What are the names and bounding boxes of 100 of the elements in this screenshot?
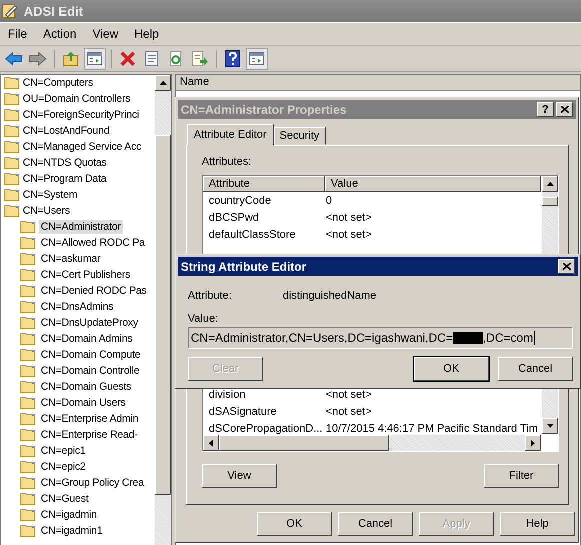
tree-item[interactable]: CN=Domain Guests	[39, 380, 134, 394]
vertical-scrollbar[interactable]	[155, 75, 171, 545]
attribute-value: <not set>	[326, 406, 372, 418]
attribute-value: <not set>	[326, 388, 372, 400]
tree-item[interactable]: CN=Enterprise Read-	[39, 428, 140, 442]
dialog-button[interactable]: OK	[257, 512, 332, 536]
value-label: Value:	[188, 313, 220, 325]
tree-item[interactable]: CN=Domain Controlle	[39, 364, 142, 378]
folder-icon	[20, 284, 36, 298]
attribute-value: <not set>	[326, 228, 372, 240]
tree-item[interactable]: CN=LostAndFound	[1, 123, 155, 139]
tree-item[interactable]: OU=Domain Controllers	[1, 91, 155, 107]
menu-item[interactable]: View	[84, 27, 126, 41]
tree-item[interactable]: CN=Enterprise Admin	[39, 412, 140, 426]
document-icon	[144, 50, 160, 66]
value-field[interactable]: CN=Administrator,CN=Users,DC=igashwani,DC= ,DC=com	[188, 327, 573, 349]
tree-item[interactable]: CN=epic1	[39, 444, 88, 458]
folder-icon	[4, 108, 20, 122]
folder-icon	[20, 524, 36, 538]
close-icon	[560, 106, 568, 113]
tree-item[interactable]: CN=igadmin1	[39, 524, 105, 538]
folder-icon	[20, 332, 36, 346]
tree-item[interactable]: CN=Cert Publishers	[39, 268, 132, 282]
folder-icon	[20, 300, 36, 314]
tab[interactable]: Attribute Editor	[187, 124, 274, 146]
tree-item[interactable]: CN=askumar	[39, 252, 103, 266]
tree-item[interactable]: CN=Domain Admins	[39, 332, 135, 346]
column-header[interactable]: Name	[176, 75, 580, 91]
tree-item[interactable]: CN=Managed Service Acc	[1, 139, 155, 155]
folder-icon	[20, 492, 36, 506]
folder-icon	[4, 188, 20, 202]
redaction-block	[453, 332, 484, 344]
dialog-button[interactable]: OK	[414, 357, 489, 381]
tree-item[interactable]: CN=NTDS Quotas	[1, 155, 155, 171]
tree-item[interactable]: CN=igadmin	[39, 508, 100, 522]
delete-icon	[120, 50, 136, 66]
scroll-thumb[interactable]	[542, 197, 558, 206]
refresh-icon	[168, 50, 184, 66]
tree-item[interactable]: CN=Guest	[39, 492, 91, 506]
down-arrow-icon	[546, 424, 554, 428]
folder-icon	[20, 444, 36, 458]
tree-item[interactable]: CN=Users	[1, 203, 155, 219]
dialog-button[interactable]: Cancel	[498, 357, 573, 381]
tree-item[interactable]: CN=Program Data	[1, 171, 155, 187]
up-arrow-icon	[160, 81, 166, 85]
attribute-value: 0	[326, 194, 332, 206]
folder-icon	[4, 140, 20, 154]
folder-icon	[20, 460, 36, 474]
attribute-name: dSCorePropagationD...	[209, 422, 324, 434]
action-pane-button[interactable]	[246, 48, 268, 70]
tree-item[interactable]: CN=System	[1, 187, 155, 203]
folder-icon	[4, 204, 20, 218]
folder-icon	[20, 348, 36, 362]
right-arrow-icon	[29, 50, 47, 66]
folder-icon	[20, 220, 36, 234]
scroll-thumb[interactable]	[219, 435, 389, 451]
help-icon	[225, 50, 241, 68]
tree-item[interactable]: CN=ForeignSecurityPrinci	[1, 107, 155, 123]
folder-icon	[20, 428, 36, 442]
tree-item[interactable]: CN=DnsUpdateProxy	[39, 316, 140, 330]
column-header[interactable]: Value	[325, 176, 541, 192]
folder-icon	[20, 252, 36, 266]
tree-item[interactable]: CN=Administrator	[39, 220, 123, 234]
filter-button[interactable]: Filter	[484, 464, 559, 488]
tree-item[interactable]: CN=Allowed RODC Pa	[39, 236, 148, 250]
right-arrow-icon	[531, 440, 535, 446]
folder-up-icon	[63, 50, 79, 66]
folder-icon	[20, 508, 36, 522]
tree-item[interactable]: CN=Domain Compute	[39, 348, 143, 362]
attribute-name: dBCSPwd	[209, 212, 260, 224]
attribute-name: division	[209, 388, 247, 400]
folder-icon	[4, 76, 20, 90]
attribute-name: countryCode	[209, 194, 272, 206]
column-header[interactable]: Attribute	[203, 176, 325, 192]
tree-item[interactable]: CN=epic2	[39, 460, 88, 474]
tree-item[interactable]: CN=Computers	[1, 75, 155, 91]
view-button[interactable]: View	[202, 464, 277, 488]
attribute-label: Attribute:	[188, 290, 234, 302]
folder-icon	[20, 236, 36, 250]
scroll-thumb[interactable]	[155, 135, 171, 495]
menu-item[interactable]: Action	[35, 27, 85, 41]
menu-item[interactable]: Help	[126, 27, 168, 41]
close-button[interactable]	[558, 259, 575, 274]
dialog-title: String Attribute Editor	[181, 260, 308, 274]
close-icon	[562, 263, 570, 270]
tree-item[interactable]: CN=Group Policy Crea	[39, 476, 146, 490]
export-icon	[192, 50, 208, 66]
tree-item[interactable]: CN=Domain Users	[39, 396, 128, 410]
folder-icon	[20, 412, 36, 426]
horizontal-scrollbar[interactable]	[203, 435, 541, 451]
attribute-value: <not set>	[326, 212, 372, 224]
tab[interactable]: Security	[274, 127, 326, 145]
console-tree-button[interactable]	[84, 48, 106, 70]
dialog-button[interactable]: Help	[500, 512, 575, 536]
dialog-button[interactable]: Cancel	[338, 512, 413, 536]
tree-item[interactable]: CN=DnsAdmins	[39, 300, 116, 314]
folder-icon	[20, 268, 36, 282]
menu-item[interactable]: File	[0, 27, 36, 41]
tree-item[interactable]: CN=Denied RODC Pas	[39, 284, 149, 298]
window-pane-icon	[249, 50, 265, 66]
